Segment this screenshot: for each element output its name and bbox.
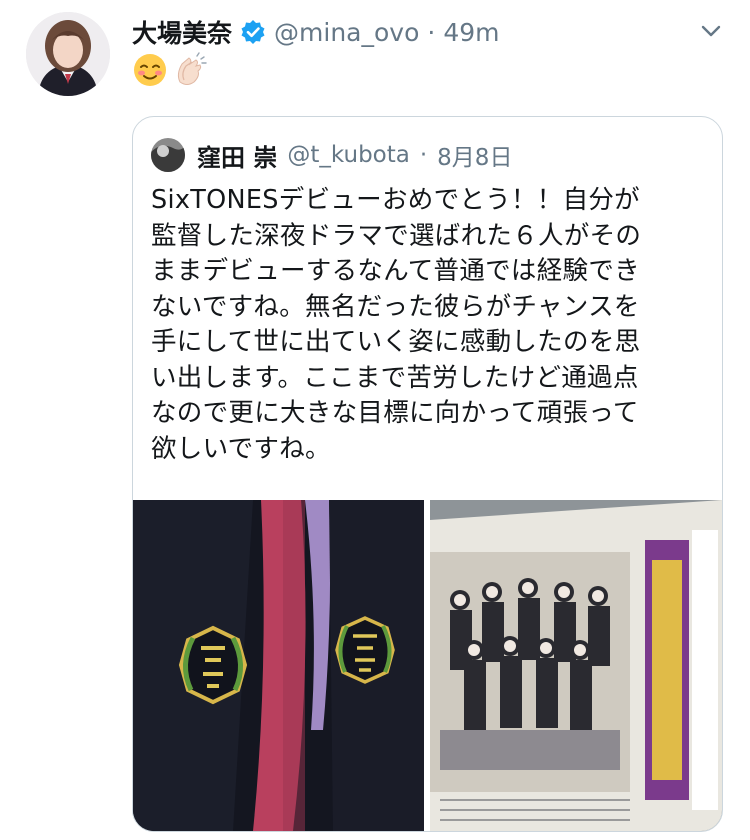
quoted-tweet-header: 窪田 崇 @t_kubota · 8月8日 xyxy=(151,137,512,173)
separator-dot: · xyxy=(419,142,428,168)
relieved-face-icon xyxy=(132,52,168,88)
verified-badge-icon xyxy=(240,19,266,45)
clapping-hands-icon xyxy=(172,52,208,88)
author-name[interactable]: 大場美奈 xyxy=(132,14,232,50)
newspaper-clipping-photo[interactable] xyxy=(430,500,722,831)
school-uniform-emblem-photo[interactable] xyxy=(133,500,424,831)
quoted-tweet-text: SixTONESデビューおめでとう！！自分が 監督した深夜ドラマで選ばれた６人が… xyxy=(151,185,642,464)
quoted-author-avatar[interactable] xyxy=(151,138,185,172)
author-handle[interactable]: @mina_ovo xyxy=(274,18,419,47)
quoted-tweet-card[interactable]: 窪田 崇 @t_kubota · 8月8日 SixTONESデビューおめでとう！… xyxy=(132,116,723,832)
quoted-author-handle[interactable]: @t_kubota xyxy=(287,142,410,168)
chevron-down-icon[interactable] xyxy=(700,20,722,42)
quoted-tweet-date[interactable]: 8月8日 xyxy=(437,138,512,172)
tweet-body xyxy=(132,52,208,90)
separator-dot: · xyxy=(427,17,436,47)
tweet-header: 大場美奈 @mina_ovo · 49m xyxy=(132,14,690,50)
quoted-author-name[interactable]: 窪田 崇 xyxy=(197,138,277,173)
author-avatar[interactable] xyxy=(26,12,110,96)
tweet-timestamp[interactable]: 49m xyxy=(443,18,499,47)
quoted-media-grid xyxy=(133,500,722,831)
